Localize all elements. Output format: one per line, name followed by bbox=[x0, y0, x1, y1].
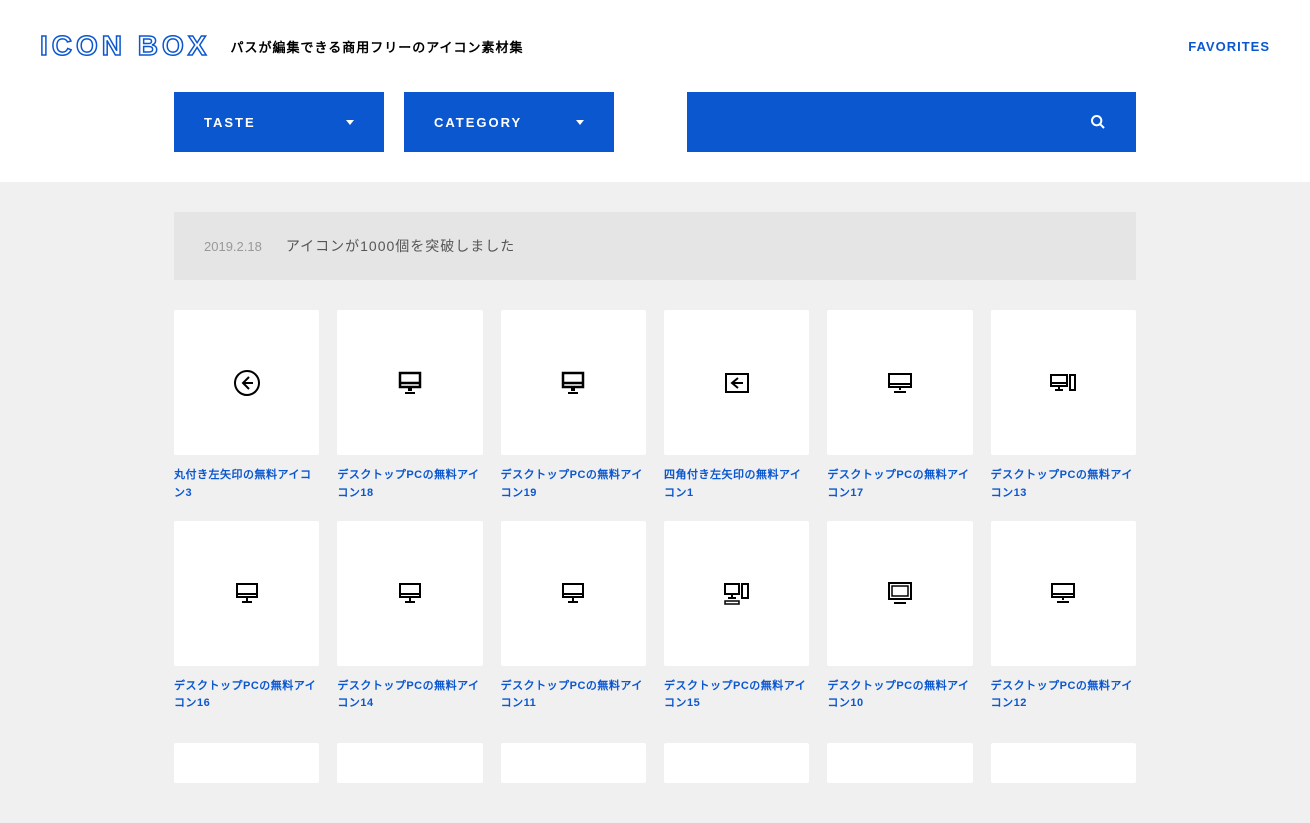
monitor-stand-wide-icon bbox=[1047, 577, 1079, 609]
icon-thumbnail bbox=[991, 743, 1136, 783]
monitor-flat-icon bbox=[884, 577, 916, 609]
monitor-stand-icon bbox=[394, 577, 426, 609]
tagline: パスが編集できる商用フリーのアイコン素材集 bbox=[230, 37, 523, 56]
icon-card[interactable] bbox=[991, 743, 1136, 783]
icon-card[interactable]: デスクトップPCの無料アイコン18 bbox=[337, 310, 482, 503]
icon-card[interactable]: デスクトップPCの無料アイコン12 bbox=[991, 521, 1136, 714]
icon-card[interactable] bbox=[501, 743, 646, 783]
icon-card[interactable]: デスクトップPCの無料アイコン11 bbox=[501, 521, 646, 714]
icon-label: デスクトップPCの無料アイコン17 bbox=[827, 467, 972, 502]
icon-label: デスクトップPCの無料アイコン16 bbox=[174, 678, 319, 713]
monitor-stand-thick-icon bbox=[394, 367, 426, 399]
icon-thumbnail bbox=[174, 521, 319, 666]
icon-label: デスクトップPCの無料アイコン18 bbox=[337, 467, 482, 502]
icon-label: 四角付き左矢印の無料アイコン1 bbox=[664, 467, 809, 502]
monitor-stand-thick-icon bbox=[557, 367, 589, 399]
icon-thumbnail bbox=[337, 743, 482, 783]
icon-card[interactable]: デスクトップPCの無料アイコン19 bbox=[501, 310, 646, 503]
news-date: 2019.2.18 bbox=[204, 239, 262, 254]
icon-grid-row3 bbox=[174, 743, 1136, 783]
taste-label: TASTE bbox=[204, 115, 256, 130]
search-icon bbox=[1090, 114, 1106, 130]
monitor-stand-wide-icon bbox=[884, 367, 916, 399]
category-label: CATEGORY bbox=[434, 115, 522, 130]
icon-card[interactable]: デスクトップPCの無料アイコン17 bbox=[827, 310, 972, 503]
logo[interactable]: ICON BOX bbox=[40, 30, 210, 62]
chevron-down-icon bbox=[576, 120, 584, 125]
icon-thumbnail bbox=[991, 521, 1136, 666]
content: 2019.2.18 アイコンが1000個を突破しました 丸付き左矢印の無料アイコ… bbox=[0, 182, 1310, 823]
chevron-down-icon bbox=[346, 120, 354, 125]
icon-card[interactable]: デスクトップPCの無料アイコン13 bbox=[991, 310, 1136, 503]
icon-label: デスクトップPCの無料アイコン12 bbox=[991, 678, 1136, 713]
icon-thumbnail bbox=[337, 310, 482, 455]
favorites-link[interactable]: FAVORITES bbox=[1188, 39, 1270, 54]
icon-thumbnail bbox=[664, 743, 809, 783]
icon-thumbnail bbox=[501, 743, 646, 783]
icon-label: デスクトップPCの無料アイコン15 bbox=[664, 678, 809, 713]
icon-thumbnail bbox=[827, 743, 972, 783]
icon-thumbnail bbox=[337, 521, 482, 666]
taste-dropdown[interactable]: TASTE bbox=[174, 92, 384, 152]
monitor-stand-icon bbox=[231, 577, 263, 609]
circle-arrow-left-icon bbox=[231, 367, 263, 399]
icon-thumbnail bbox=[501, 521, 646, 666]
icon-card[interactable]: 丸付き左矢印の無料アイコン3 bbox=[174, 310, 319, 503]
monitor-stand-icon bbox=[557, 577, 589, 609]
icon-thumbnail bbox=[664, 521, 809, 666]
icon-thumbnail bbox=[827, 521, 972, 666]
icon-card[interactable] bbox=[337, 743, 482, 783]
icon-card[interactable]: デスクトップPCの無料アイコン16 bbox=[174, 521, 319, 714]
news-text: アイコンが1000個を突破しました bbox=[286, 236, 515, 256]
square-arrow-left-icon bbox=[721, 367, 753, 399]
filter-bar: TASTE CATEGORY bbox=[0, 92, 1310, 182]
icon-grid: 丸付き左矢印の無料アイコン3 デスクトップPCの無料アイコン18 デスクトップPCの… bbox=[174, 310, 1136, 713]
icon-label: デスクトップPCの無料アイコン14 bbox=[337, 678, 482, 713]
header: ICON BOX パスが編集できる商用フリーのアイコン素材集 FAVORITES bbox=[0, 0, 1310, 92]
icon-thumbnail bbox=[174, 743, 319, 783]
icon-card[interactable] bbox=[174, 743, 319, 783]
icon-card[interactable]: デスクトップPCの無料アイコン10 bbox=[827, 521, 972, 714]
icon-card[interactable]: 四角付き左矢印の無料アイコン1 bbox=[664, 310, 809, 503]
icon-card[interactable] bbox=[664, 743, 809, 783]
icon-label: デスクトップPCの無料アイコン10 bbox=[827, 678, 972, 713]
icon-thumbnail bbox=[174, 310, 319, 455]
monitor-tower-keyboard-icon bbox=[721, 577, 753, 609]
icon-card[interactable]: デスクトップPCの無料アイコン15 bbox=[664, 521, 809, 714]
icon-card[interactable]: デスクトップPCの無料アイコン14 bbox=[337, 521, 482, 714]
icon-thumbnail bbox=[991, 310, 1136, 455]
icon-label: デスクトップPCの無料アイコン11 bbox=[501, 678, 646, 713]
news-banner[interactable]: 2019.2.18 アイコンが1000個を突破しました bbox=[174, 212, 1136, 280]
category-dropdown[interactable]: CATEGORY bbox=[404, 92, 614, 152]
icon-label: デスクトップPCの無料アイコン19 bbox=[501, 467, 646, 502]
icon-label: デスクトップPCの無料アイコン13 bbox=[991, 467, 1136, 502]
icon-thumbnail bbox=[501, 310, 646, 455]
search-input[interactable] bbox=[687, 92, 1136, 152]
icon-thumbnail bbox=[664, 310, 809, 455]
icon-label: 丸付き左矢印の無料アイコン3 bbox=[174, 467, 319, 502]
monitor-tower-icon bbox=[1047, 367, 1079, 399]
icon-card[interactable] bbox=[827, 743, 972, 783]
icon-thumbnail bbox=[827, 310, 972, 455]
